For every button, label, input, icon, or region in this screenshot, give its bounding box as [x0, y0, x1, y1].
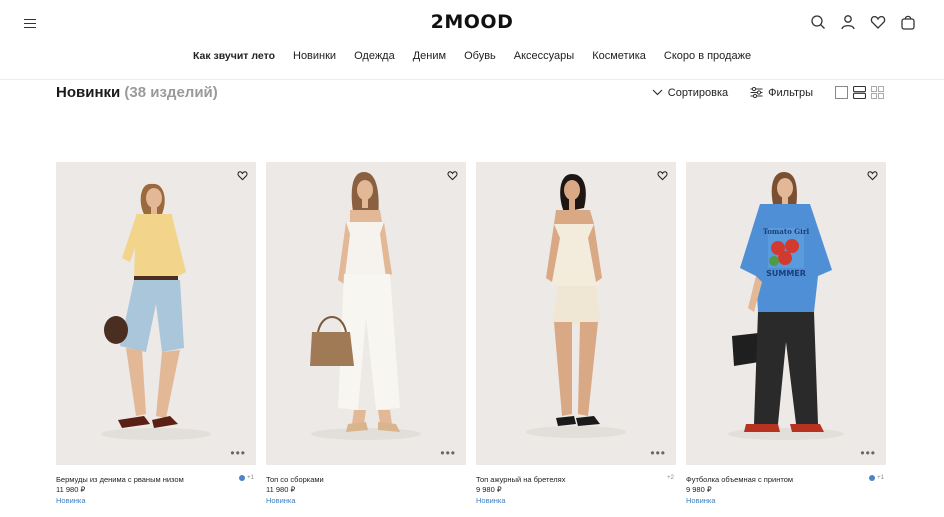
bag-icon[interactable]: [900, 14, 916, 30]
color-swatches: +2: [667, 475, 674, 481]
title-row: Новинки (38 изделий) Сортировка Фильтры: [56, 84, 888, 104]
view-switcher: [835, 86, 884, 99]
nav-item-new[interactable]: Новинки: [293, 50, 336, 62]
filter-sliders-icon: [750, 87, 763, 98]
product-photo[interactable]: •••: [56, 162, 256, 465]
sort-button[interactable]: Сортировка: [652, 87, 728, 99]
nav-item-shoes[interactable]: Обувь: [464, 50, 496, 62]
nav-item-accessories[interactable]: Аксессуары: [514, 50, 574, 62]
new-badge: Новинка: [476, 496, 506, 505]
more-options-icon[interactable]: •••: [440, 447, 456, 459]
view-grid-icon[interactable]: [871, 86, 884, 99]
more-options-icon[interactable]: •••: [650, 447, 666, 459]
nav-item-summer[interactable]: Как звучит лето: [193, 50, 275, 62]
chevron-down-icon: [652, 89, 663, 96]
product-card: Tomato Girl SUMMER ••• Футболка объемная…: [686, 162, 886, 505]
product-name[interactable]: Топ со сборками: [266, 475, 324, 484]
model-photo-illustration: [526, 174, 626, 438]
favorite-heart-icon[interactable]: [447, 170, 458, 181]
model-photo-illustration: Tomato Girl SUMMER: [728, 172, 844, 440]
more-options-icon[interactable]: •••: [860, 447, 876, 459]
product-count: (38 изделий): [124, 84, 218, 101]
more-options-icon[interactable]: •••: [230, 447, 246, 459]
color-swatch[interactable]: [239, 475, 246, 481]
product-grid: ••• Бермуды из денима с рваным низом +1 …: [56, 162, 886, 505]
product-price: 9 980 ₽: [476, 485, 502, 494]
product-info: Бермуды из денима с рваным низом +1 11 9…: [56, 465, 256, 505]
product-card: ••• Топ ажурный на бретелях +2 9 980 ₽ Н…: [476, 162, 676, 505]
nav-item-cosmetics[interactable]: Косметика: [592, 50, 646, 62]
product-name[interactable]: Футболка объемная с принтом: [686, 475, 793, 484]
sort-label: Сортировка: [667, 86, 729, 99]
favorites-icon[interactable]: [870, 14, 886, 30]
favorite-heart-icon[interactable]: [237, 170, 248, 181]
view-rows-icon[interactable]: [853, 86, 866, 99]
filters-button[interactable]: Фильтры: [750, 87, 813, 99]
product-photo[interactable]: Tomato Girl SUMMER •••: [686, 162, 886, 465]
product-name[interactable]: Бермуды из денима с рваным низом: [56, 475, 184, 484]
logo-text[interactable]: 2MOOD: [431, 11, 514, 33]
new-badge: Новинка: [686, 496, 716, 505]
site-header: 2MOOD Как звучит лето Новинки Одежда Ден…: [0, 0, 944, 80]
nav-item-clothing[interactable]: Одежда: [354, 50, 395, 62]
more-colors-count: +1: [247, 475, 254, 481]
new-badge: Новинка: [56, 496, 86, 505]
product-price: 9 980 ₽: [686, 485, 712, 494]
view-single-icon[interactable]: [835, 86, 848, 99]
filters-label: Фильтры: [768, 86, 813, 99]
more-colors-count: +1: [877, 475, 884, 481]
color-swatches: +1: [869, 475, 884, 481]
nav-item-coming-soon[interactable]: Скоро в продаже: [664, 50, 751, 62]
product-photo[interactable]: •••: [476, 162, 676, 465]
product-card: ••• Топ со сборками 11 980 ₽ Новинка: [266, 162, 466, 505]
print-top-text: Tomato Girl: [763, 227, 810, 236]
product-price: 11 980 ₽: [266, 485, 296, 494]
header-icons: [810, 14, 916, 30]
logo: 2MOOD: [0, 11, 944, 33]
product-name[interactable]: Топ ажурный на бретелях: [476, 475, 565, 484]
new-badge: Новинка: [266, 496, 296, 505]
model-photo-illustration: [101, 183, 211, 440]
page-title-text: Новинки: [56, 84, 121, 101]
product-info: Футболка объемная с принтом +1 9 980 ₽ Н…: [686, 465, 886, 505]
account-icon[interactable]: [840, 14, 856, 30]
product-price: 11 980 ₽: [56, 485, 86, 494]
product-info: Топ ажурный на бретелях +2 9 980 ₽ Новин…: [476, 465, 676, 505]
listing-controls: Сортировка Фильтры: [652, 86, 884, 99]
product-card: ••• Бермуды из денима с рваным низом +1 …: [56, 162, 256, 505]
main-nav: Как звучит лето Новинки Одежда Деним Обу…: [0, 50, 944, 62]
color-swatch[interactable]: [869, 475, 876, 481]
print-bottom-text: SUMMER: [766, 269, 806, 278]
nav-item-denim[interactable]: Деним: [413, 50, 446, 62]
favorite-heart-icon[interactable]: [657, 170, 668, 181]
search-icon[interactable]: [810, 14, 826, 30]
color-swatches: +1: [239, 475, 254, 481]
product-photo[interactable]: •••: [266, 162, 466, 465]
model-photo-illustration: [310, 172, 421, 440]
favorite-heart-icon[interactable]: [867, 170, 878, 181]
product-info: Топ со сборками 11 980 ₽ Новинка: [266, 465, 466, 505]
more-colors-count: +2: [667, 475, 674, 481]
